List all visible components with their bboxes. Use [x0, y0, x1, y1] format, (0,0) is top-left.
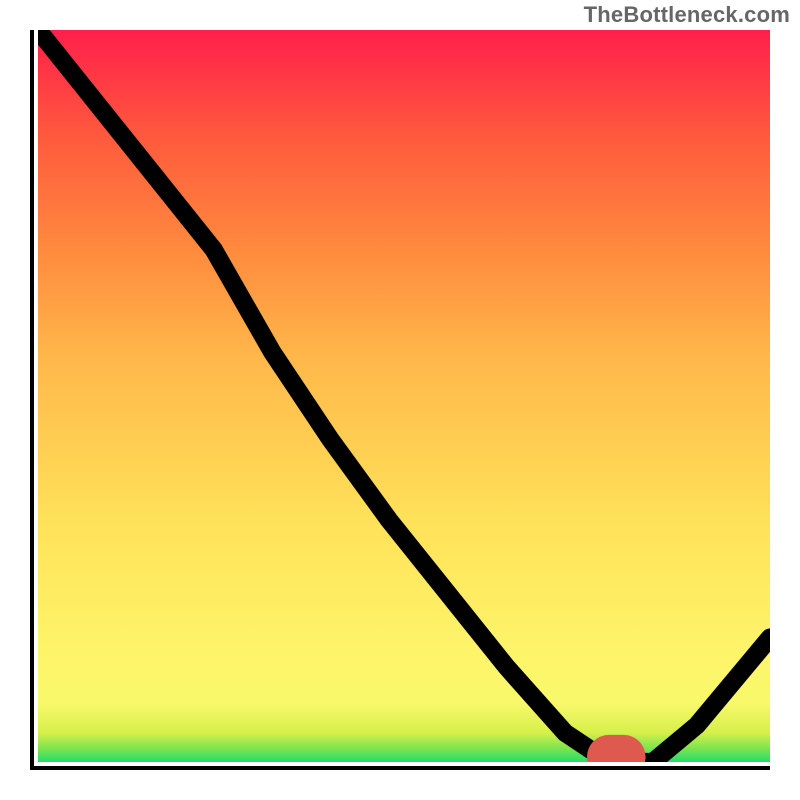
chart-overlay [38, 30, 770, 762]
plot-frame [30, 30, 770, 770]
data-curve [38, 30, 770, 762]
chart-canvas: TheBottleneck.com [0, 0, 800, 800]
watermark-text: TheBottleneck.com [584, 2, 790, 28]
